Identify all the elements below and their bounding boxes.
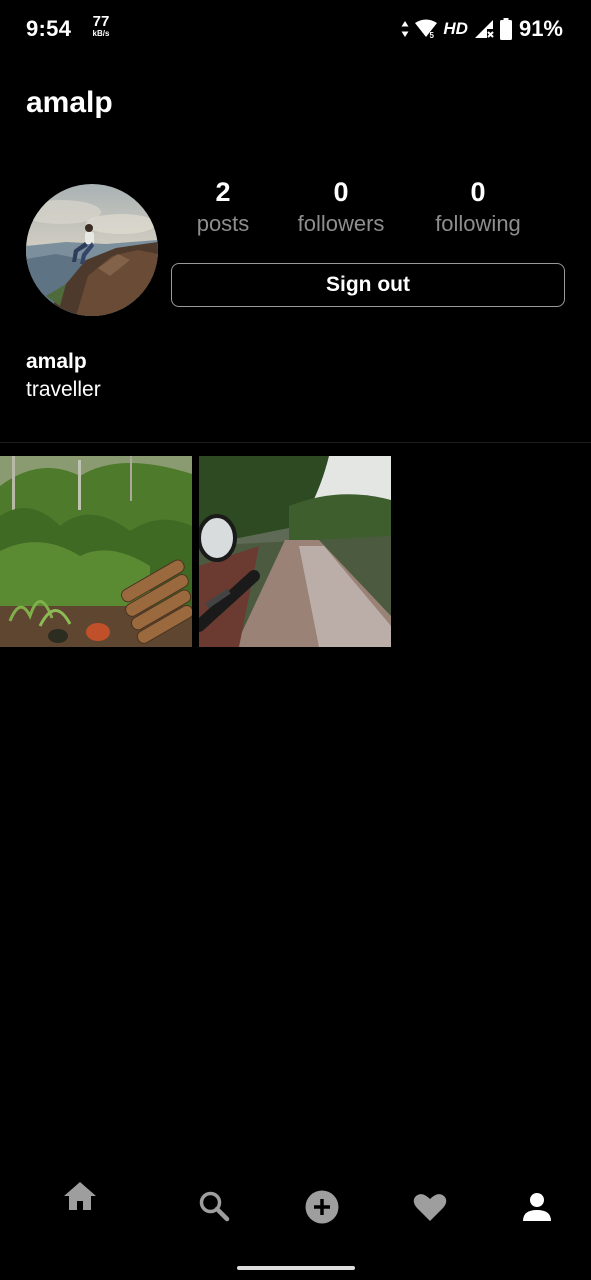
battery-percentage: 91% [518,16,563,41]
status-bar: 9:54 77 kB/s 5 HD 91% [0,0,591,58]
network-speed-unit: kB/s [92,29,110,38]
stat-following[interactable]: 0 following [408,175,548,239]
followers-label: followers [297,211,385,236]
following-label: following [435,211,521,236]
signal-icon [474,20,494,38]
network-speed: 77 kB/s [89,14,113,38]
post-image [0,456,192,647]
heart-icon [413,1194,447,1221]
profile-icon [523,1193,551,1221]
divider [0,442,591,443]
home-icon [64,1182,96,1210]
network-speed-value: 77 [92,13,110,30]
nav-add-post[interactable] [302,1187,342,1227]
search-icon [199,1191,230,1222]
profile-stats: 2 posts 0 followers 0 following [172,175,562,245]
nav-home[interactable] [60,1178,100,1214]
following-count: 0 [470,177,486,207]
post-image [199,456,391,647]
stat-followers[interactable]: 0 followers [271,175,411,239]
nav-profile[interactable] [517,1188,557,1226]
avatar-photo [26,184,158,316]
profile-bio: traveller [26,378,101,401]
data-arrows-icon [401,21,409,37]
profile-name: amalp [26,350,87,373]
page-title: amalp [26,86,113,119]
nav-search[interactable] [194,1186,234,1226]
bottom-navigation [0,1168,591,1248]
followers-count: 0 [333,177,349,207]
battery-icon [499,18,512,40]
post-thumbnail-road[interactable] [199,456,391,647]
status-icons: 5 HD 91% [401,16,563,42]
status-time: 9:54 [26,16,72,41]
nav-activity[interactable] [410,1188,450,1226]
hd-label: HD [443,19,468,38]
wifi-icon: 5 [415,19,438,39]
svg-text:5: 5 [430,31,435,39]
post-thumbnail-forest[interactable] [0,456,192,647]
sign-out-button[interactable]: Sign out [171,263,565,307]
avatar[interactable] [26,184,158,316]
home-indicator[interactable] [237,1266,355,1270]
add-post-icon [305,1190,339,1224]
